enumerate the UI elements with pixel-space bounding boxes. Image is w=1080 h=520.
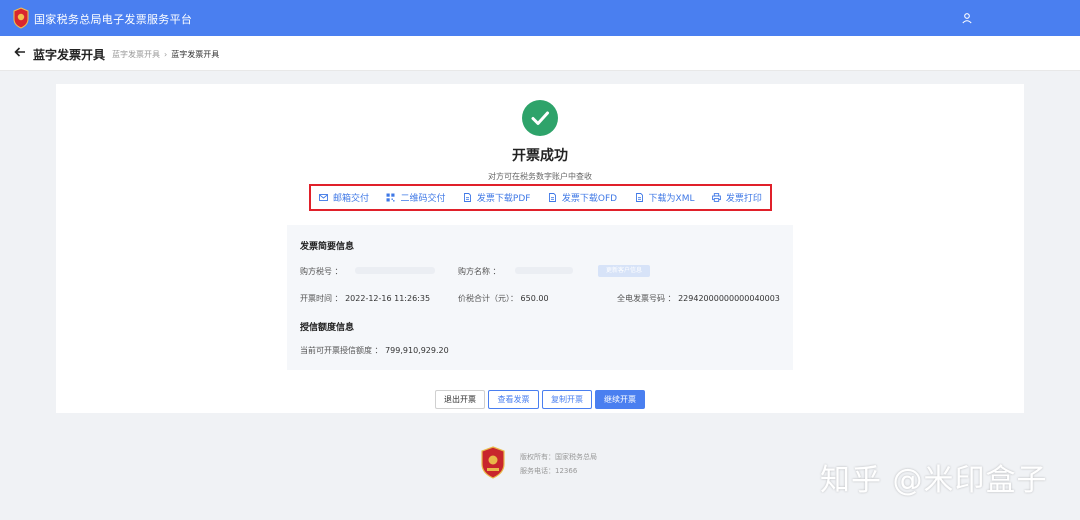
file-xml-icon: [635, 193, 643, 202]
invoice-info-panel: 发票简要信息 购方税号 ： 购方名称 ： 更新客户信息 开票时间 ： 2022-…: [287, 225, 793, 370]
copy-invoice-button[interactable]: 复制开票: [542, 390, 592, 409]
breadcrumb-item-parent[interactable]: 蓝字发票开具: [112, 50, 160, 59]
result-title: 开票成功: [512, 148, 568, 164]
credit-available-value: 799,910,929.20: [385, 346, 449, 355]
app-title: 国家税务总局电子发票服务平台: [34, 13, 193, 26]
issue-time-label: 开票时间 ：: [300, 294, 343, 303]
page-title: 蓝字发票开具: [33, 48, 106, 62]
total-amount-value: 650.00: [520, 294, 549, 303]
tax-emblem-icon: [481, 446, 505, 479]
action-label: 发票下载PDF: [476, 194, 531, 204]
breadcrumb-separator: ›: [164, 50, 168, 59]
redacted-value: [515, 267, 573, 274]
result-subtitle: 对方可在税务数字账户中查收: [488, 172, 592, 181]
total-amount-label: 价税合计（元）：: [458, 294, 518, 303]
download-pdf-button[interactable]: 发票下载PDF: [463, 191, 531, 204]
update-buyer-button[interactable]: 更新客户信息: [598, 265, 650, 277]
action-label: 二维码交付: [400, 194, 446, 204]
continue-invoicing-button[interactable]: 继续开票: [595, 390, 645, 409]
issue-time-value: 2022-12-16 11:26:35: [345, 294, 431, 303]
printer-icon: [712, 193, 721, 202]
download-xml-button[interactable]: 下载为XML: [635, 191, 695, 204]
credit-available-label: 当前可开票授信额度 ：: [300, 346, 383, 355]
watermark: 知乎 @米印盒子: [820, 463, 1048, 498]
mail-icon: [319, 194, 328, 201]
invoice-number-label: 全电发票号码 ：: [617, 294, 676, 303]
top-bar: 国家税务总局电子发票服务平台: [0, 0, 1080, 36]
arrow-left-icon[interactable]: [13, 45, 27, 59]
email-delivery-button[interactable]: 邮箱交付: [319, 191, 369, 204]
breadcrumb-item-current: 蓝字发票开具: [171, 50, 220, 59]
file-pdf-icon: [463, 193, 471, 202]
credit-info-title: 授信额度信息: [300, 323, 355, 333]
download-ofd-button[interactable]: 发票下载OFD: [548, 191, 617, 204]
user-icon[interactable]: [961, 12, 973, 24]
qrcode-delivery-button[interactable]: 二维码交付: [386, 191, 445, 204]
footer-hotline: 服务电话：12366: [520, 467, 578, 475]
breadcrumb: 蓝字发票开具 › 蓝字发票开具: [112, 49, 219, 60]
issue-time-field: 开票时间 ： 2022-12-16 11:26:35: [300, 293, 430, 304]
invoice-number-value: 22942000000000040003: [678, 294, 780, 303]
total-amount-field: 价税合计（元）： 650.00: [458, 293, 549, 304]
exit-invoicing-button[interactable]: 退出开票: [435, 390, 485, 409]
page-header: 蓝字发票开具 蓝字发票开具 › 蓝字发票开具: [0, 36, 1080, 71]
action-label: 邮箱交付: [333, 194, 370, 204]
delivery-actions: 邮箱交付 二维码交付 发票下载PDF 发票下载OFD 下载为XML 发票打印: [309, 184, 772, 211]
print-invoice-button[interactable]: 发票打印: [712, 191, 762, 204]
buyer-tax-label: 购方税号 ：: [300, 267, 343, 276]
footer-copyright: 版权所有：国家税务总局: [520, 453, 597, 461]
tax-emblem-icon: [13, 7, 29, 29]
buyer-name-label: 购方名称 ：: [458, 267, 501, 276]
file-ofd-icon: [548, 193, 556, 202]
check-circle-icon: [522, 100, 558, 136]
action-label: 发票下载OFD: [561, 194, 618, 204]
action-label: 下载为XML: [648, 194, 695, 204]
invoice-info-title: 发票简要信息: [300, 242, 355, 252]
action-label: 发票打印: [725, 194, 762, 204]
qrcode-icon: [386, 193, 395, 202]
view-invoice-button[interactable]: 查看发票: [488, 390, 539, 409]
credit-available-field: 当前可开票授信额度 ： 799,910,929.20: [300, 345, 449, 356]
redacted-value: [355, 267, 435, 274]
invoice-number-field: 全电发票号码 ： 22942000000000040003: [617, 293, 780, 304]
